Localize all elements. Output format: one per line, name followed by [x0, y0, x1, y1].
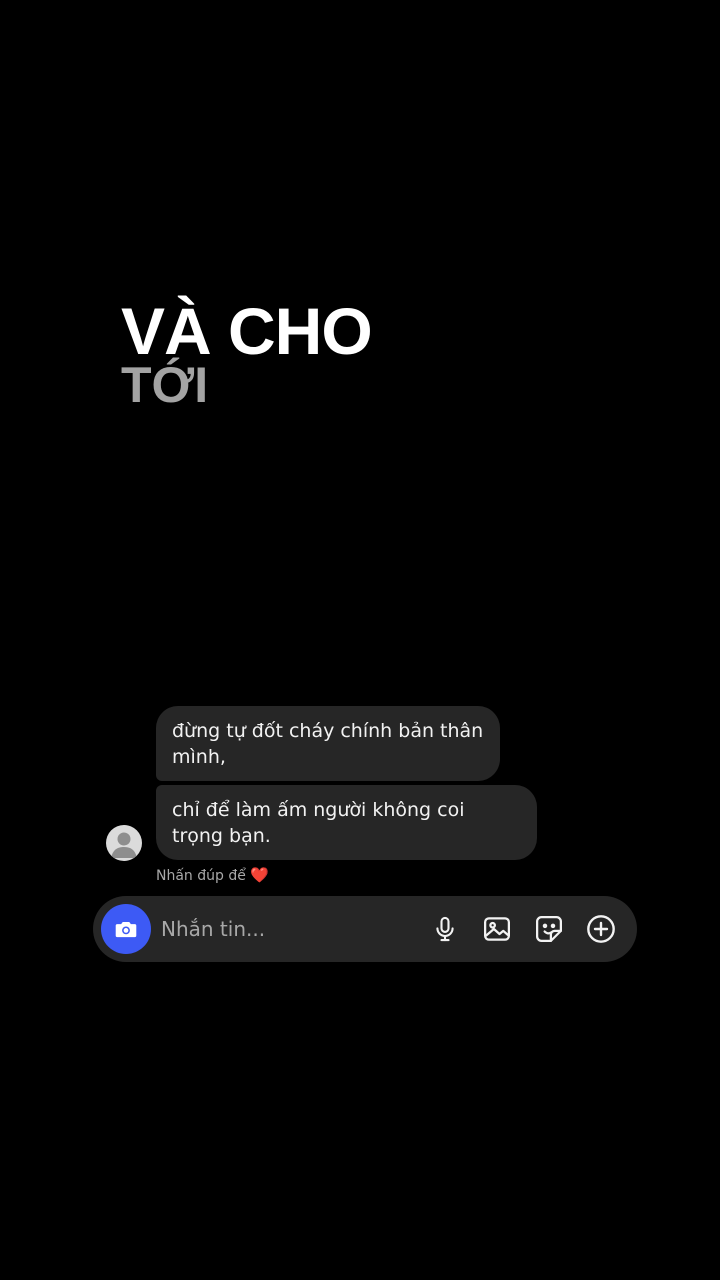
gallery-button[interactable] [479, 911, 515, 947]
double-tap-hint-text: Nhấn đúp để [156, 868, 246, 884]
story-screen: VÀ CHO TỚI đừng tự đốt cháy chính bản th… [0, 0, 720, 1280]
camera-button[interactable] [101, 904, 151, 954]
double-tap-hint: Nhấn đúp để ❤️ [156, 866, 269, 884]
message-composer [93, 896, 637, 962]
overlay-caption: VÀ CHO TỚI [121, 294, 373, 410]
image-icon [482, 914, 512, 944]
camera-icon [113, 916, 139, 942]
sticker-icon [534, 914, 564, 944]
more-options-button[interactable] [583, 911, 619, 947]
sticker-button[interactable] [531, 911, 567, 947]
plus-circle-icon [585, 913, 617, 945]
message-input[interactable] [161, 914, 411, 944]
message-bubble[interactable]: chỉ để làm ấm người không coi trọng bạn. [156, 785, 537, 860]
message-bubble[interactable]: đừng tự đốt cháy chính bản thân mình, [156, 706, 500, 781]
microphone-button[interactable] [427, 911, 463, 947]
default-avatar-icon[interactable] [106, 825, 142, 861]
overlay-caption-line-1: VÀ CHO [121, 294, 373, 368]
microphone-icon [431, 915, 459, 943]
heart-emoji: ❤️ [250, 866, 269, 884]
